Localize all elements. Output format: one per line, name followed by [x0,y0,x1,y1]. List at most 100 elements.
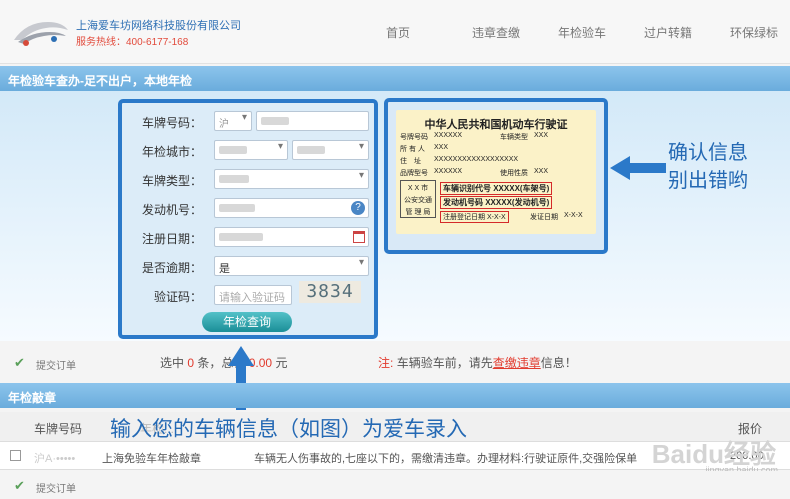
chevron-down-icon: ▾ [241,112,247,123]
chevron-down-icon: ▾ [277,141,283,152]
plate-type-label: 车牌类型： [142,174,203,188]
company-name: 上海爱车坊网络科技股份有限公司 [76,20,241,32]
submit-order-link[interactable]: 提交订单 [36,480,76,495]
register-date-label: 注册登记日期 [443,214,485,221]
check-violations-link[interactable]: 查缴违章 [493,356,541,370]
plate-number-input[interactable] [256,111,369,131]
captcha-label: 验证码： [154,290,203,304]
checkmark-icon: ✔ [14,478,25,493]
nav-home[interactable]: 首页 [386,24,410,41]
vehicle-type-label: 车辆类型 [500,134,528,141]
driving-license-card: 中华人民共和国机动车行驶证 号牌号码 XXXXXX 车辆类型 XXX 所 有 人… [396,110,596,234]
overdue-select[interactable]: 是 ▾ [214,256,369,276]
vehicle-type-value: XXX [534,132,549,139]
checkmark-icon: ✔ [14,355,25,370]
calendar-icon[interactable] [353,231,365,243]
note-prefix: 注: [378,356,394,370]
issue-date-value: X-X-X [564,212,583,219]
chevron-down-icon: ▾ [358,141,364,152]
order-summary-bar-bottom: ✔ 提交订单 [0,471,790,499]
stamp-line: 公安交通 [404,197,432,204]
site-header: 上海爱车坊网络科技股份有限公司 服务热线：400-6177-168 首页 违章查… [0,0,790,64]
chevron-down-icon: ▾ [358,257,364,268]
engine-label: 发动机号： [142,203,203,217]
blurred-value [219,233,263,241]
plate-type-select[interactable]: ▾ [214,169,369,189]
city-label: 年检城市： [142,145,203,159]
stamp-line: 管 理 局 [405,209,431,216]
captcha-input[interactable]: 请输入验证码 [214,285,292,305]
car-logo-icon[interactable] [12,14,70,48]
engine-no-highlight: 发动机号码 XXXXX(发动机号) [440,196,553,209]
overdue-row: 是否逾期： 是 ▾ [122,256,374,280]
plate-no-value: XXXXXX [434,132,463,139]
arrow-left-icon [610,156,666,180]
col-plate: 车牌号码 [34,422,83,436]
engine-number-input[interactable]: ? [214,198,369,218]
blurred-value [261,117,289,125]
plate-no-label: 号牌号码 [400,134,428,141]
register-date-value: X-X-X [486,214,506,221]
service-hotline: 服务热线：400-6177-168 [76,37,189,48]
province-select[interactable]: ▾ [214,140,288,160]
nav-annual-inspection[interactable]: 年检验车 [558,24,606,41]
plate-row: 车牌号码： 沪 ▾ [122,111,374,135]
inspection-query-button[interactable]: 年检查询 [202,312,292,332]
issue-date-label: 发证日期 [530,214,558,221]
plate-type-row: 车牌类型： ▾ [122,169,374,193]
confirm-line-2: 别出错哟 [668,170,748,192]
blurred-value [219,204,255,212]
inspection-note: 注: 车辆验车前，请先查缴违章信息！ [378,354,577,371]
blurred-value [297,146,325,154]
currency: 元 [275,356,288,370]
blurred-value [219,146,247,154]
section-title-stamp: 年检敲章 [0,383,790,408]
stamp-line: X X 市 [407,185,429,192]
captcha-placeholder: 请输入验证码 [219,292,285,304]
order-summary-bar: ✔ 提交订单 选中 0 条，总计 0.00 元 注: 车辆验车前，请先查缴违章信… [0,341,790,383]
row-checkbox[interactable] [10,450,21,461]
plate-prefix: 沪 [219,119,229,130]
overdue-value: 是 [219,263,230,275]
register-date-input[interactable] [214,227,369,247]
plate-label: 车牌号码： [142,116,203,130]
address-value: XXXXXXXXXXXXXXXXXX [434,156,519,163]
help-icon[interactable]: ? [351,201,365,215]
engine-row: 发动机号： ? [122,198,374,222]
section-title-inspection: 年检验车查办-足不出户，本地年检 [0,66,790,91]
vehicle-info-form: 车牌号码： 沪 ▾ 年检城市： ▾ ▾ 车牌类型： ▾ 发动机号： ? 注册日期… [118,99,378,339]
nav-transfer[interactable]: 过户转籍 [644,24,692,41]
submit-order-link[interactable]: 提交订单 [36,357,76,372]
row-service: 上海免验车年检敲章 [102,453,201,465]
license-title: 中华人民共和国机动车行驶证 [424,119,568,131]
chevron-down-icon: ▾ [358,170,364,181]
plate-province-select[interactable]: 沪 ▾ [214,111,252,131]
confirm-callout: 确认信息 别出错哟 [668,139,748,195]
selected-count: 0 [187,356,195,370]
row-plate: 沪A·••••• [34,453,76,465]
confirm-line-1: 确认信息 [668,142,748,164]
selection-summary: 选中 0 条，总计 0.00 元 [160,354,287,371]
selected-prefix: 选中 [160,356,185,370]
city-row: 年检城市： ▾ ▾ [122,140,374,164]
register-date-highlight: 注册登记日期 X-X-X [440,211,509,223]
address-label: 住 址 [400,158,421,165]
issuing-stamp: X X 市 公安交通 管 理 局 [400,180,436,218]
use-nature-label: 使用性质 [500,170,528,177]
model-label: 品牌型号 [400,170,428,177]
note-suffix: 信息！ [540,356,577,370]
input-instruction-callout: 输入您的车辆信息（如图）为爱车录入 [110,418,467,441]
nav-green-label[interactable]: 环保绿标 [730,24,778,41]
note-text: 车辆验车前，请先 [396,356,493,370]
blurred-value [219,175,249,183]
nav-violations[interactable]: 违章查缴 [472,24,520,41]
use-nature-value: XXX [534,168,549,175]
owner-value: XXX [434,144,449,151]
city-select[interactable]: ▾ [292,140,369,160]
license-sample-panel: 中华人民共和国机动车行驶证 号牌号码 XXXXXX 车辆类型 XXX 所 有 人… [384,98,608,254]
owner-label: 所 有 人 [400,146,425,153]
model-value: XXXXXX [434,168,463,175]
vin-highlight: 车辆识别代号 XXXXX(车架号) [440,182,553,195]
overdue-label: 是否逾期： [142,261,203,275]
captcha-image[interactable]: 3834 [299,281,361,303]
